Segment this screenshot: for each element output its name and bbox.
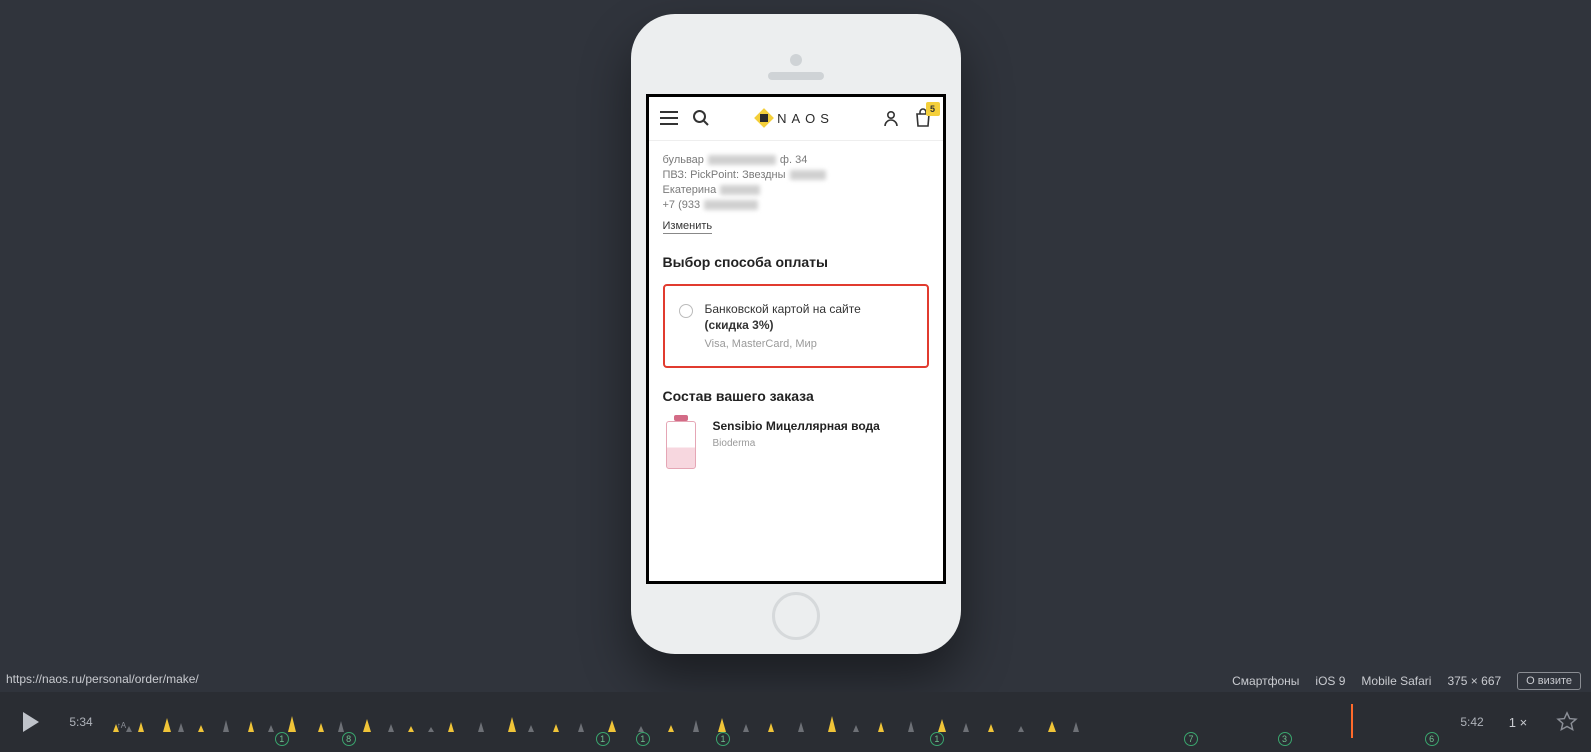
meta-browser: Mobile Safari	[1361, 674, 1431, 688]
timeline-marker[interactable]: 6	[1425, 732, 1439, 746]
cart-badge: 5	[926, 102, 940, 116]
activity-waveform	[108, 714, 1108, 732]
favorite-button[interactable]	[1543, 711, 1591, 733]
address-line-3: Екатерина	[663, 184, 929, 196]
product-name: Sensibio Мицеллярная вода	[713, 418, 880, 434]
timeline-cursor[interactable]	[1351, 704, 1353, 738]
change-link[interactable]: Изменить	[663, 220, 713, 234]
screen-content[interactable]: бульвар ф. 34 ПВЗ: PickPoint: Звездны Ек…	[649, 141, 943, 581]
timeline-track[interactable]: ↑A 181111736	[108, 702, 1445, 742]
payment-option-card[interactable]: Банковской картой на сайте (скидка 3%) V…	[663, 284, 929, 368]
logo-text: NAOS	[777, 111, 834, 126]
timeline-marker[interactable]: 3	[1278, 732, 1292, 746]
payment-option-title: Банковской картой на сайте	[705, 302, 861, 316]
product-image	[663, 418, 699, 472]
player-bar: 5:34 ↑A 181111736 5:42 1 ×	[0, 692, 1591, 752]
payment-section-title: Выбор способа оплаты	[663, 254, 929, 270]
about-visit-button[interactable]: О визите	[1517, 672, 1581, 690]
meta-os: iOS 9	[1315, 674, 1345, 688]
cart-icon[interactable]: 5	[913, 108, 933, 128]
timeline-marker[interactable]: 1	[596, 732, 610, 746]
timeline-marker[interactable]: 7	[1184, 732, 1198, 746]
playback-speed[interactable]: 1 ×	[1493, 715, 1543, 730]
meta-device: Смартфоны	[1232, 674, 1299, 688]
address-line-2: ПВЗ: PickPoint: Звездны	[663, 169, 929, 181]
timeline-marker[interactable]: 8	[342, 732, 356, 746]
address-line-4: +7 (933	[663, 199, 929, 211]
current-url: https://naos.ru/personal/order/make/	[6, 672, 199, 686]
meta-viewport: 375 × 667	[1447, 674, 1501, 688]
timeline-marker[interactable]: 1	[930, 732, 944, 746]
play-button[interactable]	[0, 709, 60, 735]
logo[interactable]: NAOS	[757, 111, 834, 126]
address-line-1: бульвар ф. 34	[663, 154, 929, 166]
timeline-badge-a: ↑A	[117, 721, 126, 730]
time-end: 5:42	[1451, 715, 1493, 729]
logo-mark-icon	[754, 108, 774, 128]
phone-screen: NAOS 5 бульвар ф. 34	[646, 94, 946, 584]
hamburger-icon[interactable]	[659, 108, 679, 128]
time-start: 5:34	[60, 715, 102, 729]
payment-option-discount: (скидка 3%)	[705, 318, 861, 332]
order-section-title: Состав вашего заказа	[663, 388, 929, 404]
radio-unchecked-icon[interactable]	[679, 304, 693, 318]
product-brand: Bioderma	[713, 438, 880, 449]
phone-frame: NAOS 5 бульвар ф. 34	[631, 14, 961, 654]
app-header: NAOS 5	[649, 97, 943, 141]
search-icon[interactable]	[691, 108, 711, 128]
account-icon[interactable]	[881, 108, 901, 128]
session-meta: Смартфоны iOS 9 Mobile Safari 375 × 667 …	[1232, 672, 1581, 690]
order-item: Sensibio Мицеллярная вода Bioderma	[663, 418, 929, 472]
timeline-marker[interactable]: 1	[716, 732, 730, 746]
payment-option-subtitle: Visa, MasterCard, Мир	[705, 338, 861, 350]
timeline-marker[interactable]: 1	[636, 732, 650, 746]
phone-home-button[interactable]	[772, 592, 820, 640]
phone-speaker	[768, 72, 824, 80]
timeline-marker[interactable]: 1	[275, 732, 289, 746]
